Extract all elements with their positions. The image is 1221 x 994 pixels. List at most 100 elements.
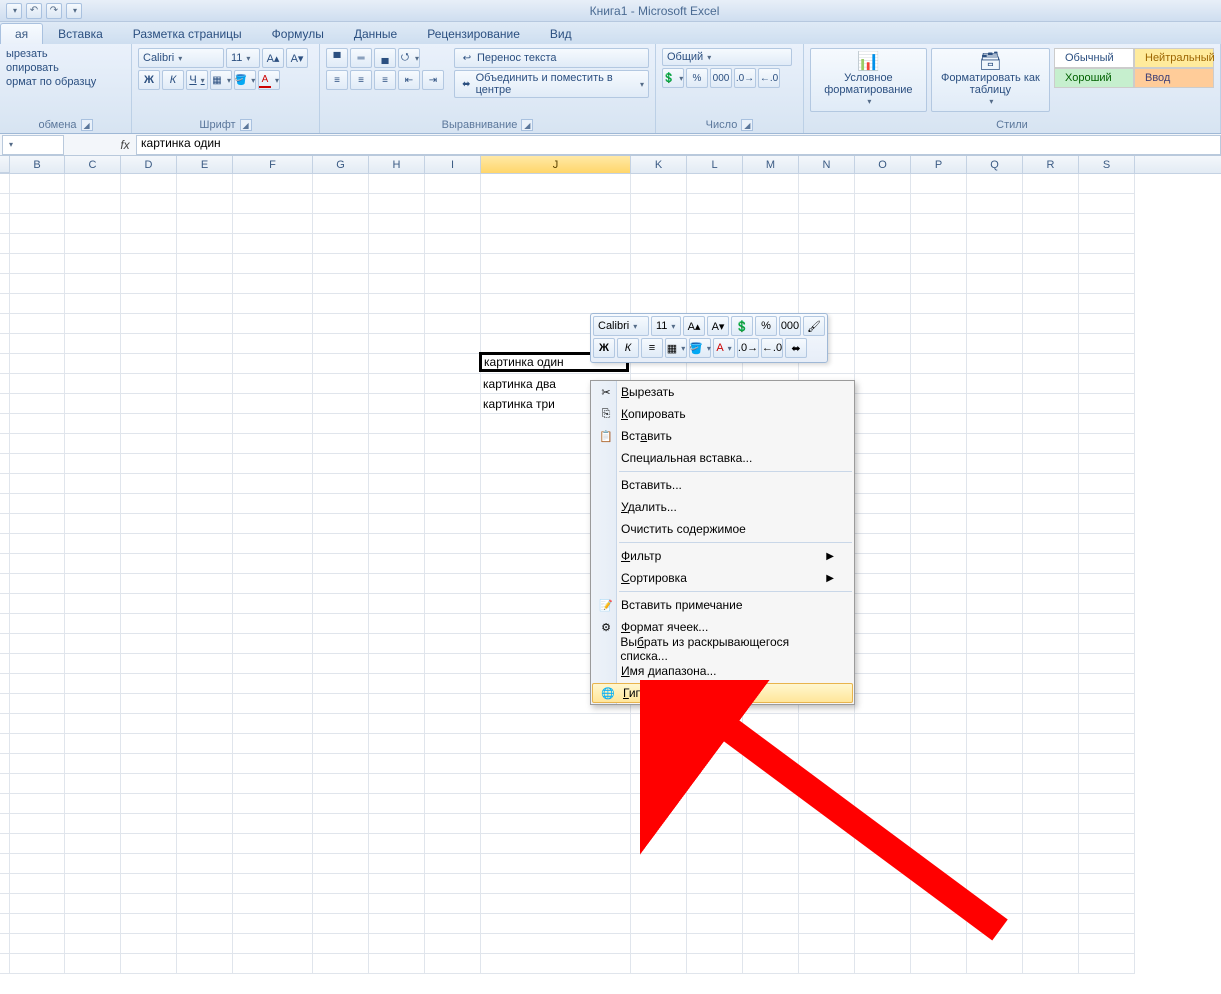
cell-C8[interactable]: [65, 314, 121, 334]
cell-R31[interactable]: [1023, 774, 1079, 794]
cell-H14[interactable]: [369, 434, 425, 454]
cell-D2[interactable]: [121, 194, 177, 214]
cell-P32[interactable]: [911, 794, 967, 814]
cell-I21[interactable]: [425, 574, 481, 594]
cell-E29[interactable]: [177, 734, 233, 754]
col-header-G[interactable]: G: [313, 156, 369, 173]
cell-B23[interactable]: [10, 614, 65, 634]
cell-B28[interactable]: [10, 714, 65, 734]
cell-B32[interactable]: [10, 794, 65, 814]
cell-G37[interactable]: [313, 894, 369, 914]
cell-Q15[interactable]: [967, 454, 1023, 474]
cell-O36[interactable]: [855, 874, 911, 894]
cell-S29[interactable]: [1079, 734, 1135, 754]
cell-F34[interactable]: [233, 834, 313, 854]
cell-G19[interactable]: [313, 534, 369, 554]
cell-C19[interactable]: [65, 534, 121, 554]
cell-P2[interactable]: [911, 194, 967, 214]
cell-N37[interactable]: [799, 894, 855, 914]
cell-I10[interactable]: [425, 354, 481, 374]
qat-more[interactable]: [66, 3, 82, 19]
cell-J5[interactable]: [481, 254, 631, 274]
cell-N6[interactable]: [799, 274, 855, 294]
cell-I5[interactable]: [425, 254, 481, 274]
tab-data[interactable]: Данные: [339, 23, 412, 44]
mini-format-painter[interactable]: 🖌: [803, 316, 825, 336]
mini-inc-dec[interactable]: .0→: [737, 338, 759, 358]
cell-L7[interactable]: [687, 294, 743, 314]
cell-I32[interactable]: [425, 794, 481, 814]
ctx--[interactable]: 🌐Гиперссылка...: [592, 683, 853, 703]
cell-J40[interactable]: [481, 954, 631, 974]
cell-K7[interactable]: [631, 294, 687, 314]
cell-K6[interactable]: [631, 274, 687, 294]
cell-Q38[interactable]: [967, 914, 1023, 934]
cell-E24[interactable]: [177, 634, 233, 654]
ctx--[interactable]: Очистить содержимое: [591, 518, 854, 540]
cell-Q13[interactable]: [967, 414, 1023, 434]
cell-C7[interactable]: [65, 294, 121, 314]
cell-E19[interactable]: [177, 534, 233, 554]
cell-R9[interactable]: [1023, 334, 1079, 354]
cell-M32[interactable]: [743, 794, 799, 814]
cell-F8[interactable]: [233, 314, 313, 334]
cell-I39[interactable]: [425, 934, 481, 954]
style-good[interactable]: Хороший: [1054, 68, 1134, 88]
cell-Q26[interactable]: [967, 674, 1023, 694]
cell-D19[interactable]: [121, 534, 177, 554]
cell-Q35[interactable]: [967, 854, 1023, 874]
cell-F37[interactable]: [233, 894, 313, 914]
cell-B38[interactable]: [10, 914, 65, 934]
cell-P22[interactable]: [911, 594, 967, 614]
cell-D13[interactable]: [121, 414, 177, 434]
cell-G30[interactable]: [313, 754, 369, 774]
cell-Q7[interactable]: [967, 294, 1023, 314]
col-header-S[interactable]: S: [1079, 156, 1135, 173]
cell-S3[interactable]: [1079, 214, 1135, 234]
cell-E6[interactable]: [177, 274, 233, 294]
cell-F38[interactable]: [233, 914, 313, 934]
cell-R40[interactable]: [1023, 954, 1079, 974]
cell-I2[interactable]: [425, 194, 481, 214]
underline-button[interactable]: Ч: [186, 70, 208, 90]
cell-I25[interactable]: [425, 654, 481, 674]
cell-L39[interactable]: [687, 934, 743, 954]
cell-H15[interactable]: [369, 454, 425, 474]
cell-J36[interactable]: [481, 874, 631, 894]
cell-J37[interactable]: [481, 894, 631, 914]
decrease-font-button[interactable]: A▾: [286, 48, 308, 68]
cell-L38[interactable]: [687, 914, 743, 934]
cell-O39[interactable]: [855, 934, 911, 954]
cell-Q3[interactable]: [967, 214, 1023, 234]
cell-P28[interactable]: [911, 714, 967, 734]
cell-Q31[interactable]: [967, 774, 1023, 794]
cell-G8[interactable]: [313, 314, 369, 334]
cell-P8[interactable]: [911, 314, 967, 334]
cell-Q19[interactable]: [967, 534, 1023, 554]
cell-C6[interactable]: [65, 274, 121, 294]
cell-H3[interactable]: [369, 214, 425, 234]
cell-D35[interactable]: [121, 854, 177, 874]
cell-N30[interactable]: [799, 754, 855, 774]
cell-R4[interactable]: [1023, 234, 1079, 254]
cell-D25[interactable]: [121, 654, 177, 674]
cell-D34[interactable]: [121, 834, 177, 854]
cell-Q23[interactable]: [967, 614, 1023, 634]
cell-E10[interactable]: [177, 354, 233, 374]
cell-F9[interactable]: [233, 334, 313, 354]
cell-C25[interactable]: [65, 654, 121, 674]
cell-S37[interactable]: [1079, 894, 1135, 914]
cell-G20[interactable]: [313, 554, 369, 574]
cell-D22[interactable]: [121, 594, 177, 614]
cell-E15[interactable]: [177, 454, 233, 474]
col-header-K[interactable]: K: [631, 156, 687, 173]
cell-D37[interactable]: [121, 894, 177, 914]
cell-I37[interactable]: [425, 894, 481, 914]
ctx--[interactable]: Вставить...: [591, 474, 854, 496]
cell-H26[interactable]: [369, 674, 425, 694]
cell-I17[interactable]: [425, 494, 481, 514]
tab-home[interactable]: ая: [0, 23, 43, 44]
cell-F23[interactable]: [233, 614, 313, 634]
cell-B10[interactable]: [10, 354, 65, 374]
cell-D36[interactable]: [121, 874, 177, 894]
